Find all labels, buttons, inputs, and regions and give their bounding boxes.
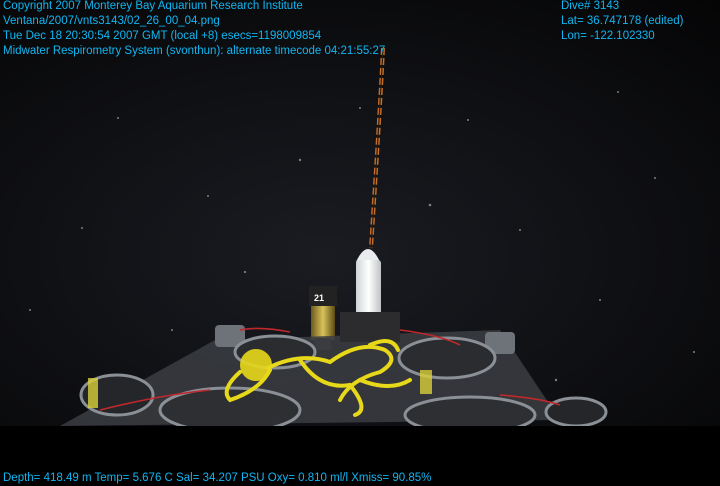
housing-label-21: 21 bbox=[314, 293, 324, 303]
deep-sea-scene: 21 bbox=[0, 0, 720, 435]
header-right-overlay: Dive# 3143 Lat= 36.747178 (edited) Lon= … bbox=[561, 0, 683, 44]
file-path-line: Ventana/2007/vnts3143/02_26_00_04.png bbox=[3, 15, 220, 27]
timecode-line: Midwater Respirometry System (svonthun):… bbox=[3, 45, 386, 57]
header-left-overlay: Copyright 2007 Monterey Bay Aquarium Res… bbox=[3, 0, 385, 59]
dive-number: Dive# 3143 bbox=[561, 0, 620, 12]
latitude: Lat= 36.747178 (edited) bbox=[561, 15, 684, 27]
sensor-readout-footer: Depth= 418.49 m Temp= 5.676 C Sal= 34.20… bbox=[3, 472, 432, 484]
underwater-video-frame: 21 Copyright 2007 Monterey Bay Aquarium … bbox=[0, 0, 720, 486]
copyright-line: Copyright 2007 Monterey Bay Aquarium Res… bbox=[3, 0, 303, 12]
timestamp-line: Tue Dec 18 20:30:54 2007 GMT (local +8) … bbox=[3, 30, 322, 42]
longitude: Lon= -122.102330 bbox=[561, 30, 655, 42]
